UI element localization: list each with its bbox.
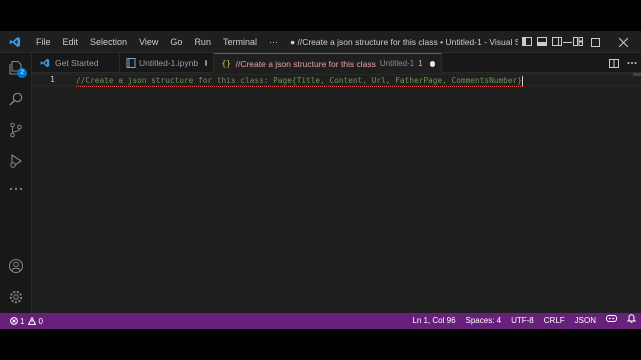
minimize-icon[interactable]	[553, 31, 581, 53]
activity-bar: 2	[0, 53, 32, 313]
status-right: Ln 1, Col 96 Spaces: 4 UTF-8 CRLF JSON	[407, 313, 641, 329]
toggle-panel-icon[interactable]	[535, 31, 550, 53]
cursor-position[interactable]: Ln 1, Col 96	[407, 313, 460, 329]
copilot-icon[interactable]	[601, 313, 622, 329]
unsaved-dot-icon[interactable]	[205, 60, 207, 66]
tab-description: Untitled-1	[379, 59, 415, 68]
text-cursor	[521, 76, 523, 86]
menu-selection[interactable]: Selection	[84, 31, 133, 53]
error-count: 1	[20, 316, 25, 326]
json-braces-icon: {}	[221, 59, 232, 68]
vscode-tab-icon	[38, 58, 52, 68]
menu-more[interactable]: ···	[263, 31, 284, 53]
explorer-badge: 2	[17, 68, 27, 78]
notifications-bell-icon[interactable]	[622, 313, 641, 329]
menu-edit[interactable]: Edit	[57, 31, 85, 53]
run-debug-icon[interactable]	[0, 147, 32, 175]
indentation[interactable]: Spaces: 4	[461, 313, 507, 329]
search-icon[interactable]	[0, 85, 32, 113]
maximize-icon[interactable]	[581, 31, 609, 53]
menu-file[interactable]: File	[30, 31, 57, 53]
tab-label: Get Started	[55, 58, 99, 68]
split-editor-icon[interactable]	[605, 53, 623, 73]
extensions-icon[interactable]	[0, 175, 32, 203]
menu-bar: File Edit Selection View Go Run Terminal…	[30, 31, 284, 53]
source-control-icon[interactable]	[0, 116, 32, 144]
warning-icon	[28, 317, 37, 325]
editor-actions	[605, 53, 641, 73]
end-of-line[interactable]: CRLF	[539, 313, 570, 329]
tab-untitled-ipynb[interactable]: Untitled-1.ipynb	[120, 53, 214, 73]
tab-label: //Create a json structure for this class	[235, 58, 376, 69]
notebook-icon	[126, 58, 136, 68]
close-window-icon[interactable]	[609, 31, 637, 53]
settings-gear-icon[interactable]	[0, 283, 32, 311]
code-text: //Create a json structure for this class…	[76, 76, 522, 85]
editor-tab-bar: Get Started Untitled-1.ipynb {} //Create…	[32, 53, 641, 73]
code-line[interactable]: //Create a json structure for this class…	[76, 75, 523, 87]
warning-count: 0	[38, 316, 43, 326]
vscode-logo-icon	[0, 31, 30, 53]
window-title: ● //Create a json structure for this cla…	[289, 36, 518, 47]
menu-go[interactable]: Go	[164, 31, 188, 53]
unsaved-dot-icon[interactable]	[429, 60, 435, 67]
scrollbar-marker[interactable]	[633, 73, 641, 76]
tab-label: Untitled-1.ipynb	[139, 58, 199, 68]
problems-indicator[interactable]: 1 0	[0, 317, 43, 326]
tab-get-started[interactable]: Get Started	[32, 53, 120, 73]
line-number: 1	[50, 75, 55, 84]
more-actions-icon[interactable]	[623, 53, 641, 73]
title-bar: File Edit Selection View Go Run Terminal…	[0, 31, 641, 53]
language-mode[interactable]: JSON	[570, 313, 601, 329]
menu-run[interactable]: Run	[188, 31, 217, 53]
vscode-window: File Edit Selection View Go Run Terminal…	[0, 31, 641, 329]
toggle-sidebar-icon[interactable]	[520, 31, 535, 53]
menu-terminal[interactable]: Terminal	[217, 31, 263, 53]
explorer-icon[interactable]: 2	[0, 54, 32, 82]
encoding[interactable]: UTF-8	[506, 313, 539, 329]
account-icon[interactable]	[0, 252, 32, 280]
status-bar: 1 0 Ln 1, Col 96 Spaces: 4 UTF-8 CRLF JS…	[0, 313, 641, 329]
menu-view[interactable]: View	[133, 31, 164, 53]
tab-problem-count: 1	[418, 59, 423, 68]
tab-untitled-1[interactable]: {} //Create a json structure for this cl…	[214, 53, 442, 73]
error-icon	[10, 317, 18, 325]
code-editor[interactable]: 1 //Create a json structure for this cla…	[32, 73, 641, 313]
